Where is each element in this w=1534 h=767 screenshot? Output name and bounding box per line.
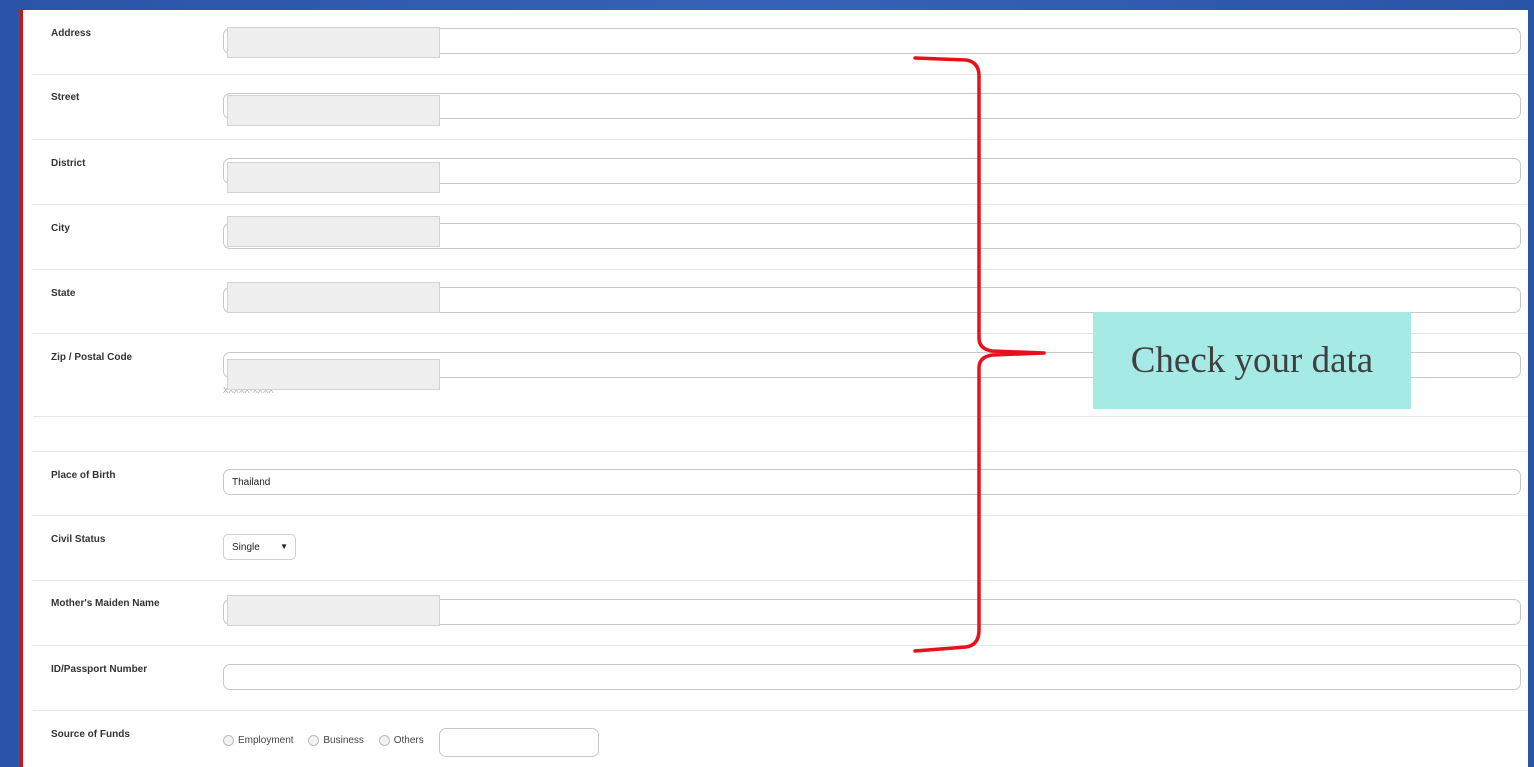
- check-data-callout: Check your data: [1093, 312, 1411, 409]
- curly-brace-icon: [913, 56, 1046, 653]
- callout-text: Check your data: [1130, 340, 1374, 381]
